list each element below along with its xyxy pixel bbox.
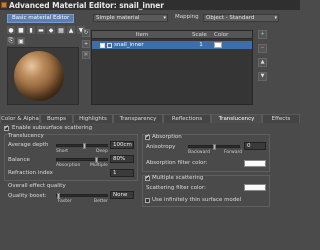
balance-multiple-label: Multiple: [90, 163, 108, 168]
thin-surface-label: Use infinitely thin surface model: [152, 197, 242, 203]
item-icon: [107, 42, 112, 48]
list-item[interactable]: snail_inner 1: [92, 41, 252, 49]
tab-reflections[interactable]: Reflections: [163, 114, 211, 123]
thin-surface-checkbox[interactable]: [145, 198, 150, 203]
checker-icon[interactable]: ▦: [57, 26, 65, 34]
balance-absorption-label: Absorption: [56, 163, 81, 168]
tab-translucency[interactable]: Translucency: [211, 114, 262, 123]
copy-icon[interactable]: ⎘: [7, 37, 15, 45]
list-tools: + − ▲ ▼: [258, 30, 267, 81]
move-up-icon[interactable]: ▲: [258, 58, 267, 67]
balance-slider[interactable]: [56, 157, 108, 163]
tab-basic-material-editor[interactable]: Basic material Editor: [7, 14, 75, 23]
header-scale[interactable]: Scale: [192, 31, 214, 38]
absorption-checkbox[interactable]: [145, 133, 150, 140]
title-bar: Advanced Material Editor: snail_inner: [0, 0, 300, 10]
item-color-swatch[interactable]: [214, 42, 222, 48]
header-color[interactable]: Color: [214, 31, 234, 38]
sphere-icon[interactable]: ●: [7, 26, 15, 34]
scattering-filter-swatch[interactable]: [244, 184, 266, 191]
tab-highlights[interactable]: Highlights: [73, 114, 113, 123]
plane-icon[interactable]: ▬: [37, 26, 45, 34]
refraction-label: Refraction index: [8, 170, 53, 176]
preview-toolbar: ● ■ ▮ ▬ ◆ ▦ ▲ ▼: [7, 26, 85, 34]
cylinder-icon[interactable]: ▮: [27, 26, 35, 34]
item-scale: 1: [199, 42, 203, 48]
anisotropy-value[interactable]: 0: [244, 142, 266, 150]
refraction-value[interactable]: 1: [110, 169, 134, 177]
cube-icon[interactable]: ■: [17, 26, 25, 34]
enable-sss-checkbox[interactable]: [4, 124, 9, 131]
quality-boost-label: Quality boost:: [8, 193, 47, 199]
tab-color-alpha[interactable]: Color & Alpha: [0, 114, 40, 123]
tab-effects[interactable]: Effects: [262, 114, 300, 123]
add-item-icon[interactable]: +: [258, 30, 267, 39]
quality-section-label: Overall effect quality: [8, 183, 66, 189]
depth-short-label: Short: [56, 149, 69, 154]
quality-value[interactable]: None: [110, 191, 134, 199]
mapping-select[interactable]: Object - Standard: [203, 14, 279, 22]
balance-label: Balance: [8, 157, 30, 163]
quality-faster-label: Faster: [58, 199, 72, 204]
enable-sss-label: Enable subsurface scattering: [12, 125, 93, 131]
tab-bumps[interactable]: Bumps: [40, 114, 73, 123]
zoom-icon[interactable]: +: [82, 40, 90, 48]
tab-transparency[interactable]: Transparency: [113, 114, 163, 123]
preview-toolbar-2: ⎘ ▣: [7, 37, 25, 45]
preview-side-tools: ↻ + ☼: [82, 29, 90, 59]
lock-icon[interactable]: ▣: [17, 37, 25, 45]
anisotropy-slider-thumb[interactable]: [213, 144, 216, 150]
depth-slider[interactable]: [56, 143, 108, 149]
depth-deep-label: Deep: [96, 149, 108, 154]
balance-value[interactable]: 80%: [110, 155, 134, 163]
depth-slider-thumb[interactable]: [83, 143, 86, 149]
preview-sphere: [14, 51, 64, 101]
material-preview[interactable]: [7, 47, 79, 105]
header-item[interactable]: Item: [92, 31, 192, 38]
absorption-filter-label: Absorption filter color:: [146, 160, 208, 166]
absorption-filter-swatch[interactable]: [244, 160, 266, 167]
depth-label: Average depth: [8, 142, 49, 148]
depth-value[interactable]: 100cm: [110, 141, 134, 149]
material-item-list: Item Scale Color snail_inner 1: [91, 30, 253, 105]
scattering-filter-label: Scattering filter color:: [146, 185, 206, 191]
absorption-label: Absorption: [152, 134, 182, 140]
light-icon[interactable]: ☼: [82, 51, 90, 59]
remove-item-icon[interactable]: −: [258, 44, 267, 53]
anisotropy-slider[interactable]: [188, 144, 240, 150]
rotate-icon[interactable]: ↻: [82, 29, 90, 37]
translucency-section-label: Translucency: [8, 133, 44, 139]
multiple-scattering-label: Multiple scattering: [152, 175, 204, 181]
preview-tabs: Basic material Editor: [7, 14, 75, 23]
load-icon[interactable]: ▲: [67, 26, 75, 34]
anisotropy-label: Anisotropy: [146, 144, 176, 150]
app-icon: [1, 2, 7, 8]
material-editor-window: Advanced Material Editor: snail_inner Ba…: [0, 0, 300, 250]
quality-better-label: Better: [94, 199, 109, 204]
material-icon[interactable]: ◆: [47, 26, 55, 34]
move-down-icon[interactable]: ▼: [258, 72, 267, 81]
property-tabs: Color & Alpha Bumps Highlights Transpare…: [0, 114, 300, 123]
item-name: snail_inner: [114, 42, 144, 48]
anisotropy-forward-label: Forward: [224, 150, 243, 155]
item-checkbox[interactable]: [100, 42, 105, 48]
mapping-label: Mapping: [175, 14, 199, 20]
multiple-scattering-checkbox[interactable]: [145, 174, 150, 181]
window-title: Advanced Material Editor: snail_inner: [9, 0, 164, 10]
anisotropy-backward-label: Backward: [188, 150, 210, 155]
material-type-select[interactable]: Simple material: [93, 14, 168, 22]
quality-slider[interactable]: [56, 193, 108, 199]
list-header: Item Scale Color: [92, 31, 252, 39]
